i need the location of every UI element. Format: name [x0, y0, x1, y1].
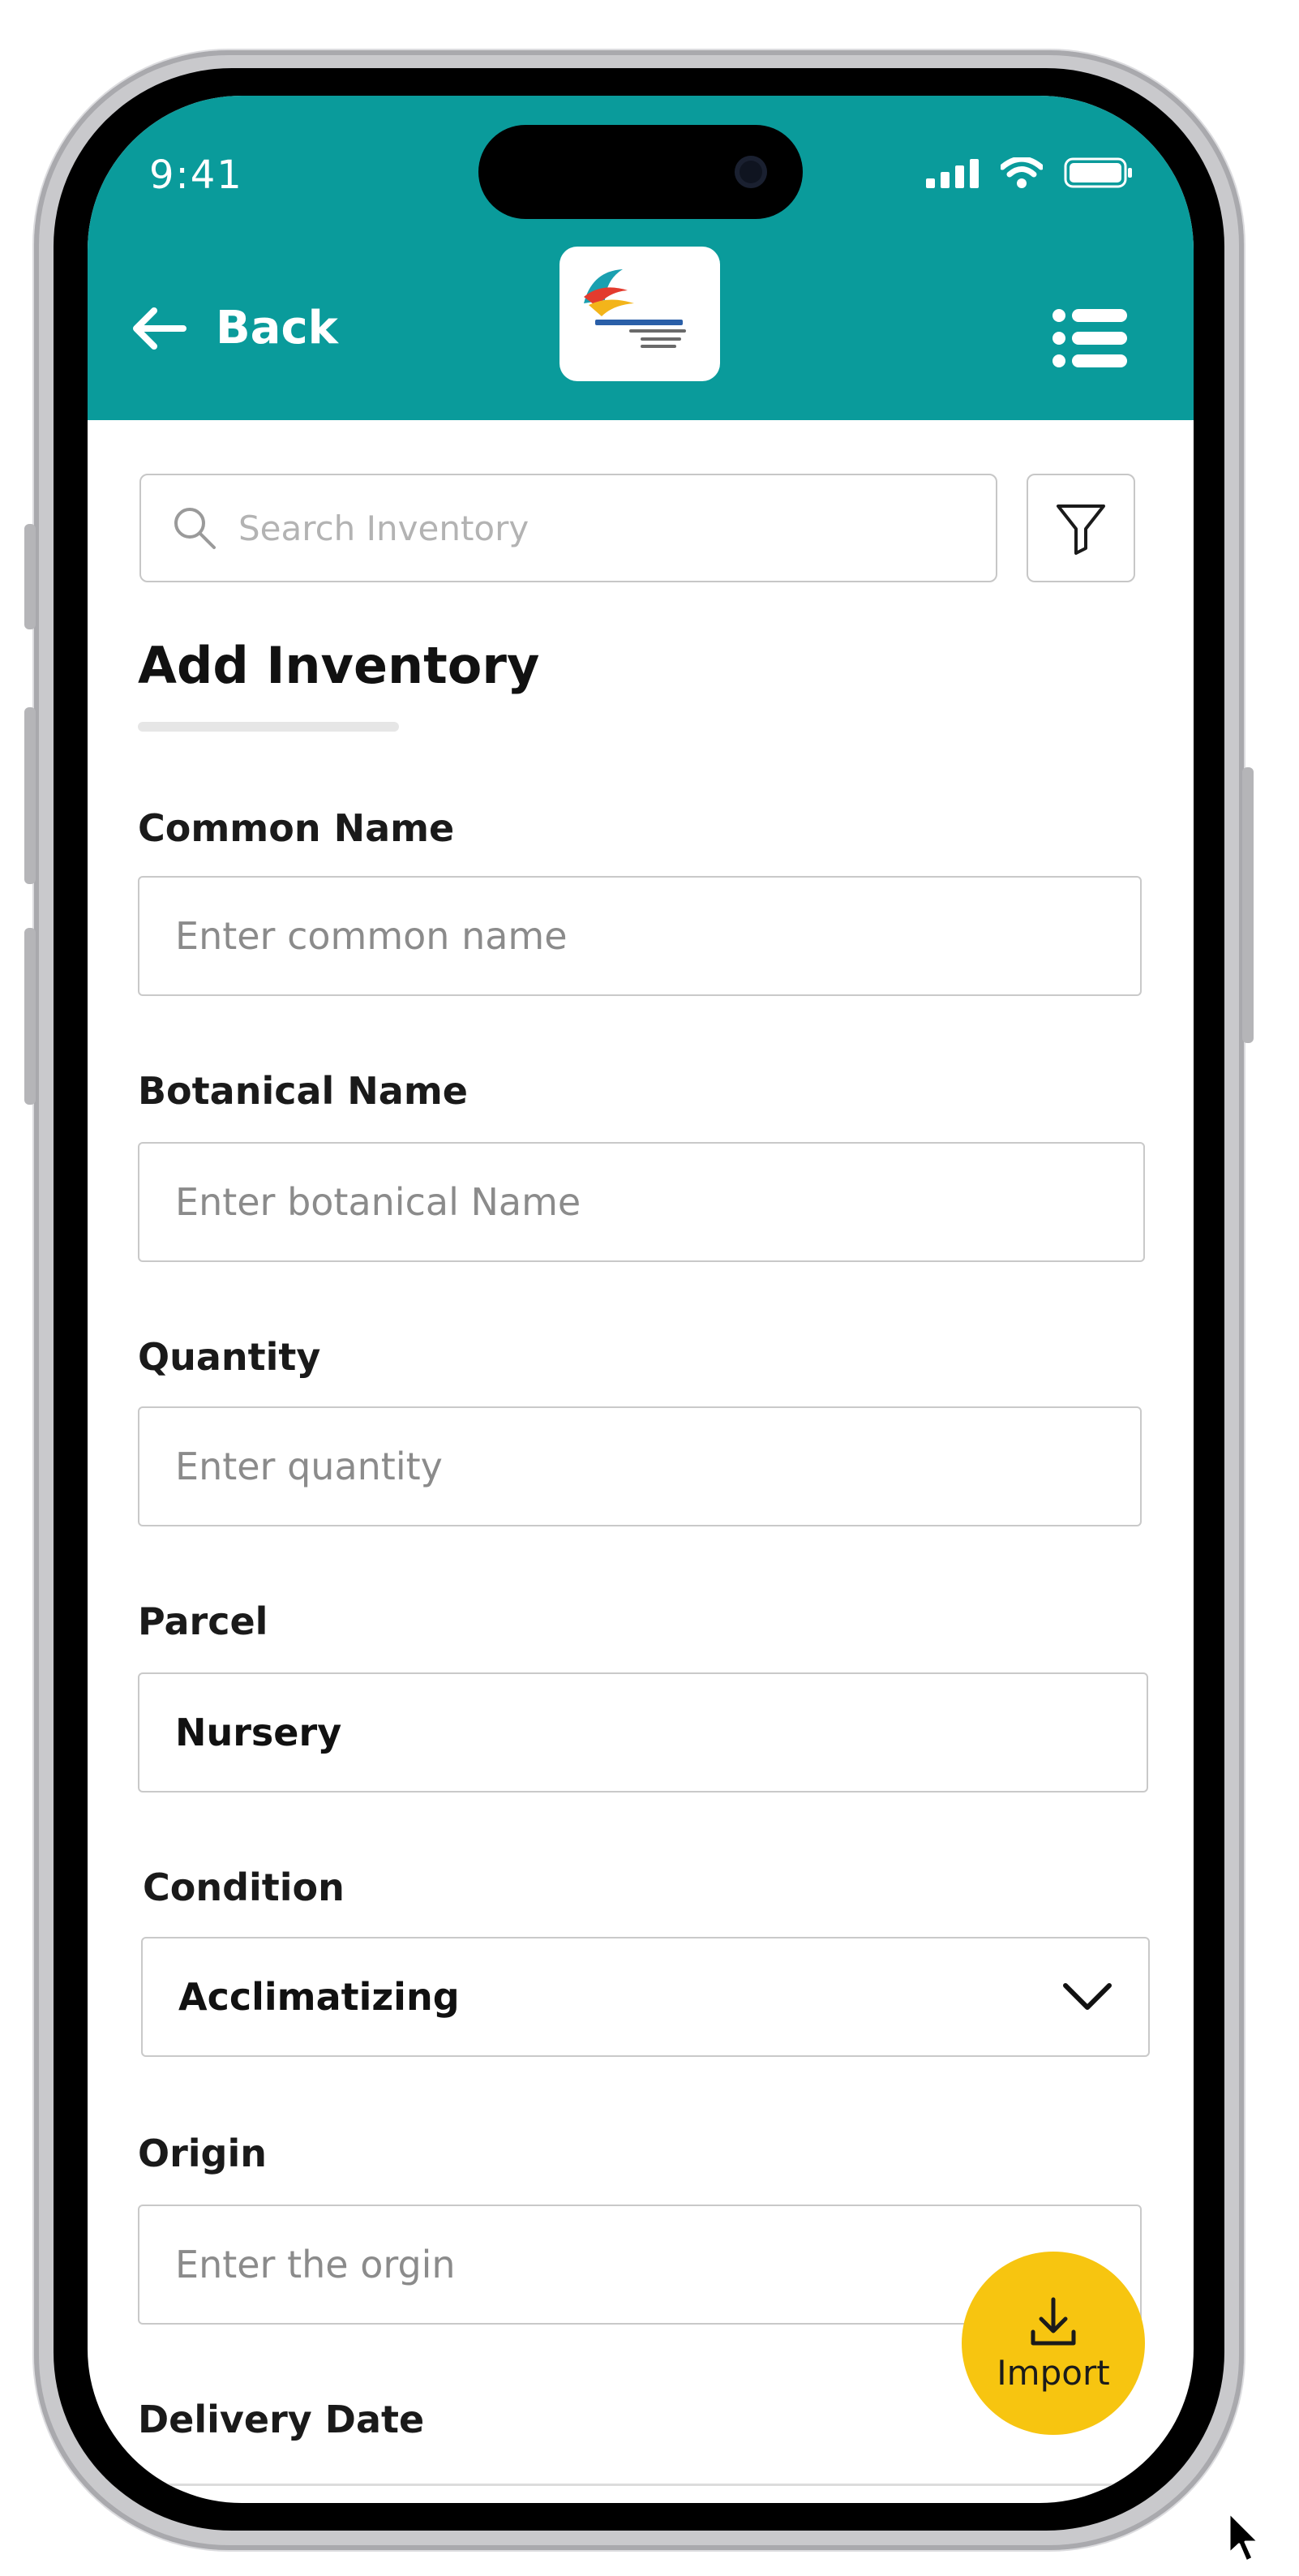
quantity-placeholder: Enter quantity: [175, 1445, 443, 1488]
condition-label: Condition: [143, 1865, 345, 1909]
back-button[interactable]: Back: [130, 302, 338, 354]
status-icons: [926, 157, 1134, 188]
parcel-field[interactable]: Nursery: [138, 1672, 1148, 1792]
botanical-name-label: Botanical Name: [138, 1069, 468, 1113]
battery-icon: [1064, 157, 1132, 188]
botanical-name-field[interactable]: Enter botanical Name: [138, 1142, 1145, 1262]
filter-icon: [1057, 504, 1105, 555]
botanical-name-placeholder: Enter botanical Name: [175, 1180, 581, 1224]
dynamic-island: [478, 125, 803, 219]
common-name-label: Common Name: [138, 806, 455, 850]
phone-power-button: [1242, 767, 1254, 1043]
page-title: Add Inventory: [138, 636, 540, 695]
common-name-placeholder: Enter common name: [175, 914, 568, 958]
phone-volume-up: [24, 707, 36, 884]
origin-label: Origin: [138, 2132, 268, 2175]
import-button[interactable]: Import: [962, 2252, 1145, 2435]
phone-volume-down: [24, 928, 36, 1105]
list-menu-icon: [1052, 309, 1127, 367]
quantity-label: Quantity: [138, 1335, 321, 1379]
condition-value: Acclimatizing: [178, 1975, 460, 2019]
search-icon: [174, 508, 216, 549]
delivery-date-label: Delivery Date: [138, 2398, 425, 2441]
menu-button[interactable]: [1052, 308, 1127, 371]
common-name-field[interactable]: Enter common name: [138, 876, 1142, 996]
parcel-value: Nursery: [175, 1711, 342, 1754]
quantity-field[interactable]: Enter quantity: [138, 1406, 1142, 1526]
signal-icon: [926, 159, 979, 188]
app-logo: [559, 247, 720, 381]
wifi-icon: [1001, 157, 1043, 188]
import-label: Import: [997, 2352, 1110, 2393]
logo-icon: [584, 269, 686, 348]
delivery-date-field-edge[interactable]: [88, 2484, 1194, 2486]
search-input[interactable]: Search Inventory: [139, 474, 997, 582]
origin-placeholder: Enter the orgin: [175, 2243, 456, 2286]
search-placeholder: Search Inventory: [238, 508, 529, 548]
chevron-down-icon: [1063, 1983, 1112, 2010]
parcel-label: Parcel: [138, 1599, 268, 1643]
status-time: 9:41: [149, 152, 243, 198]
phone-silent-switch: [24, 524, 36, 629]
arrow-left-icon: [133, 307, 186, 350]
title-underline: [138, 722, 399, 732]
filter-button[interactable]: [1027, 474, 1135, 582]
camera-icon: [735, 156, 767, 188]
condition-select[interactable]: Acclimatizing: [141, 1937, 1150, 2057]
app-header: 9:41 Back: [88, 96, 1194, 420]
download-icon: [1031, 2297, 1076, 2345]
back-label: Back: [216, 302, 338, 354]
mouse-cursor-icon: [1228, 2511, 1260, 2563]
phone-screen: 9:41 Back Search Inventory Add Inventory…: [88, 96, 1194, 2503]
